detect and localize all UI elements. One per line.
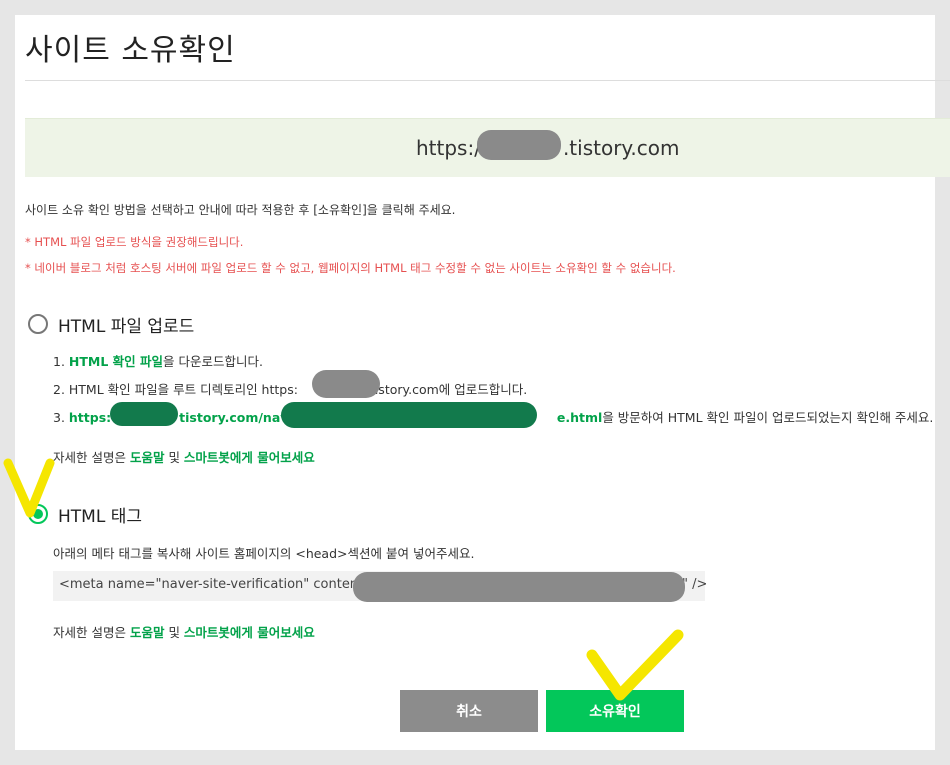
help-link-2[interactable]: 도움말 [130, 625, 165, 640]
title-divider [25, 80, 950, 81]
ask-smartbot-link-2[interactable]: 스마트봇에게 물어보세요 [184, 625, 315, 640]
download-html-file-link[interactable]: HTML 확인 파일 [69, 354, 163, 369]
site-url-suffix: .tistory.com [562, 136, 680, 160]
step-2: 2. HTML 확인 파일을 루트 디렉토리인 https: tistory.co… [53, 382, 528, 397]
redacted-meta-content [353, 572, 685, 602]
dialog-title: 사이트 소유확인 [25, 33, 236, 68]
ownership-dialog: 사이트 소유확인 https:/ .tistory.com 사이트 소유 확인 방… [15, 15, 950, 750]
step-1: 1. HTML 확인 파일을 다운로드합니다. [53, 354, 263, 369]
help-link[interactable]: 도움말 [130, 450, 165, 465]
radio-html-file[interactable] [28, 314, 48, 334]
redacted-domain [312, 370, 380, 398]
help-text-file: 자세한 설명은 도움말 및 스마트봇에게 물어보세요 [53, 450, 315, 465]
option-html-tag-label[interactable]: HTML 태그 [58, 502, 142, 527]
cancel-button[interactable]: 취소 [400, 690, 538, 732]
meta-tag-end: " /> [682, 577, 708, 592]
restriction-note: * 네이버 블로그 처럼 호스팅 서버에 파일 업로드 할 수 없고, 웹페이지… [25, 261, 676, 275]
help-text-tag: 자세한 설명은 도움말 및 스마트봇에게 물어보세요 [53, 625, 315, 640]
meta-tag-description: 아래의 메타 태그를 복사해 사이트 홈페이지의 <head>섹션에 붙여 넣어… [53, 546, 475, 561]
site-url-prefix: https:/ [416, 136, 481, 160]
recommend-note: * HTML 파일 업로드 방식을 권장해드립니다. [25, 235, 244, 249]
radio-html-tag[interactable] [28, 504, 48, 524]
intro-text: 사이트 소유 확인 방법을 선택하고 안내에 따라 적용한 후 [소유확인]을 … [25, 203, 456, 217]
redacted-link-part1 [110, 402, 178, 426]
confirm-ownership-button[interactable]: 소유확인 [546, 690, 684, 732]
ask-smartbot-link[interactable]: 스마트봇에게 물어보세요 [184, 450, 315, 465]
meta-tag-text: <meta name="naver-site-verification" con… [59, 577, 364, 592]
option-html-file-label[interactable]: HTML 파일 업로드 [58, 312, 194, 337]
redacted-link-part2 [281, 402, 537, 428]
redacted-site-name [477, 130, 561, 160]
